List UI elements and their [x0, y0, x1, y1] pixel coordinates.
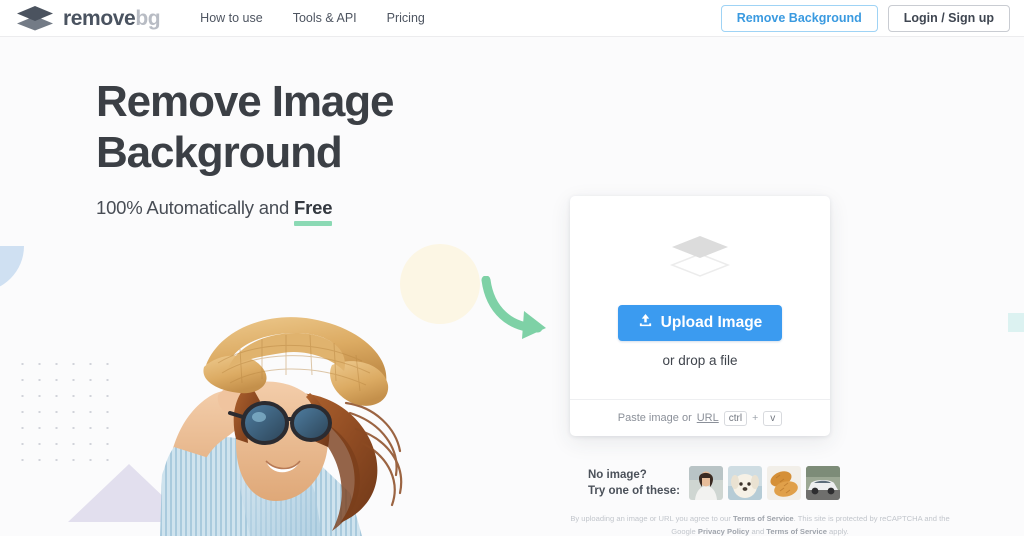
- sample-thumb-car[interactable]: [806, 466, 841, 500]
- page-root: removebg How to use Tools & API Pricing …: [0, 0, 1024, 536]
- sample-label-line-1: No image?: [588, 468, 647, 481]
- hero-photo-woman-with-hat: [100, 243, 500, 536]
- hero-subtitle-prefix: 100% Automatically and: [96, 196, 294, 218]
- drop-zone[interactable]: Upload Image or drop a file: [570, 196, 830, 399]
- sample-thumb-woman[interactable]: [689, 466, 724, 500]
- paste-label: Paste image or: [617, 412, 692, 424]
- site-header: removebg How to use Tools & API Pricing …: [0, 0, 1024, 37]
- legal-privacy-policy-link[interactable]: Privacy Policy: [698, 527, 750, 536]
- login-signup-button[interactable]: Login / Sign up: [887, 4, 1010, 32]
- upload-image-button-label: Upload Image: [660, 313, 763, 331]
- hero-copy: Remove Image Background 100% Automatical…: [96, 76, 394, 219]
- paste-row: Paste image or URL ctrl + v: [570, 399, 830, 436]
- legal-terms-of-service-link-2[interactable]: Terms of Service: [766, 527, 827, 536]
- paste-url-link[interactable]: URL: [697, 412, 719, 424]
- sample-images-label: No image? Try one of these:: [588, 467, 680, 500]
- legal-disclaimer: By uploading an image or URL you agree t…: [560, 513, 960, 536]
- remove-background-button[interactable]: Remove Background: [720, 4, 878, 32]
- logo-text: removebg: [63, 6, 161, 30]
- key-v: v: [763, 410, 783, 426]
- sample-thumb-dog[interactable]: [728, 466, 763, 500]
- sample-thumb-bread[interactable]: [767, 466, 802, 500]
- hero-title-line-2: Background: [96, 128, 343, 178]
- hero-title-line-1: Remove Image: [96, 77, 394, 126]
- decor-cyan-square: [1008, 313, 1024, 332]
- header-actions: Remove Background Login / Sign up: [720, 4, 1010, 32]
- drop-file-hint: or drop a file: [662, 352, 738, 368]
- nav-link-how-to-use[interactable]: How to use: [200, 11, 263, 25]
- decor-blue-quarter-circle: [0, 246, 24, 292]
- layers-icon: [669, 234, 731, 283]
- upload-icon: [638, 313, 653, 333]
- sample-label-line-2: Try one of these:: [588, 485, 681, 497]
- legal-part-3: and: [749, 526, 767, 536]
- legal-terms-of-service-link-1[interactable]: Terms of Service: [733, 514, 794, 523]
- sample-thumbnails: [689, 466, 841, 500]
- nav-link-tools-api[interactable]: Tools & API: [293, 11, 357, 25]
- page-title: Remove Image Background: [96, 76, 394, 179]
- logo-text-bg: bg: [135, 6, 161, 30]
- hero-subtitle-highlight: Free: [294, 196, 333, 218]
- key-plus: +: [752, 412, 759, 424]
- hero-subtitle: 100% Automatically and Free: [96, 197, 393, 219]
- nav-link-pricing[interactable]: Pricing: [387, 11, 425, 25]
- main-nav: How to use Tools & API Pricing: [200, 11, 425, 25]
- sample-images-row: No image? Try one of these:: [588, 466, 841, 500]
- upload-card: Upload Image or drop a file Paste image …: [570, 196, 830, 436]
- upload-image-button[interactable]: Upload Image: [617, 304, 783, 341]
- logo-text-remove: remove: [63, 6, 136, 30]
- layers-icon: [16, 5, 54, 31]
- key-ctrl: ctrl: [723, 410, 748, 426]
- logo[interactable]: removebg: [16, 5, 161, 31]
- legal-part-1: By uploading an image or URL you agree t…: [570, 514, 733, 523]
- legal-part-4: apply.: [826, 526, 849, 536]
